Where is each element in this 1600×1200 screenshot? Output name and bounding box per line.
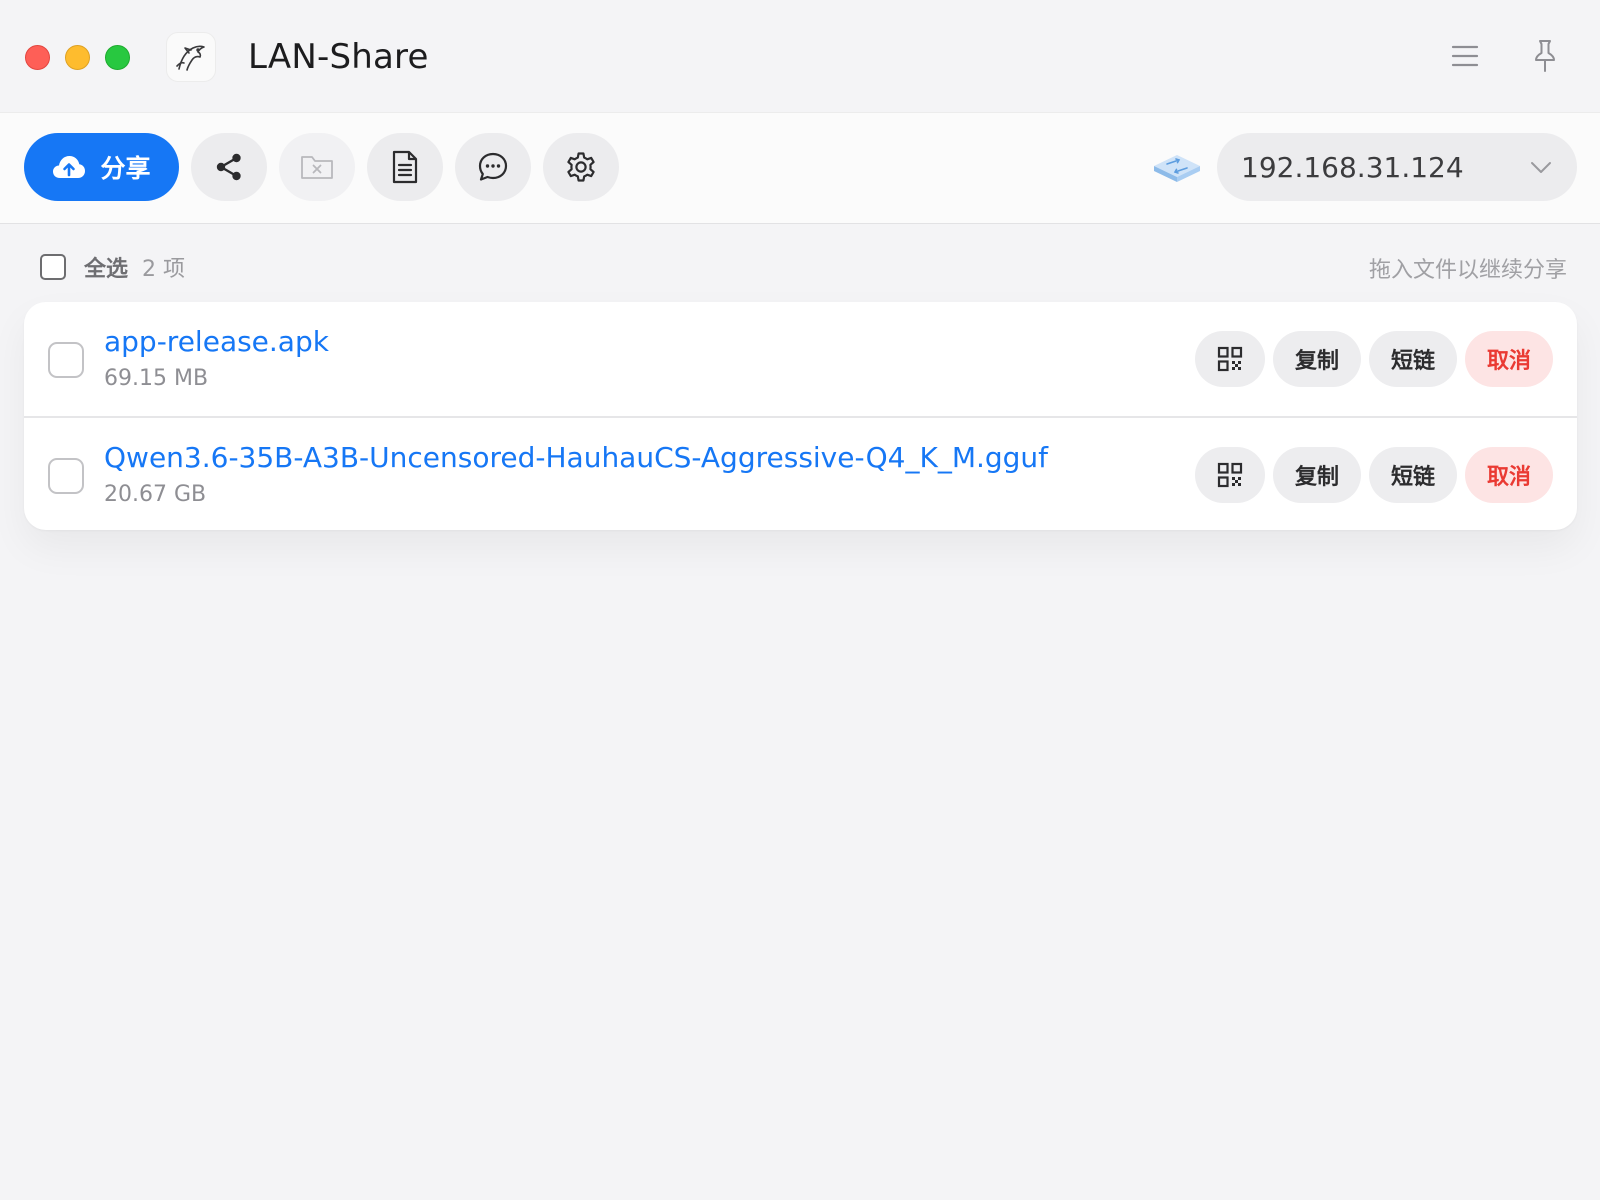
drop-hint: 拖入文件以继续分享 [1368,258,1567,283]
remove-folder-button[interactable] [279,133,355,201]
ip-address-select[interactable]: 192.168.31.124 [1217,133,1577,201]
window-close-button[interactable] [25,45,50,70]
share-button-label: 分享 [100,154,151,183]
file-checkbox[interactable] [48,342,84,378]
app-window: LAN-Share 分享 192.168.31.124 全选 2 项 拖入文件以… [0,0,1600,1200]
pin-icon[interactable] [1525,36,1565,76]
item-count: 2 项 [142,257,186,282]
qr-code-button[interactable] [1195,331,1265,387]
file-list: app-release.apk 69.15 MB 复制 短链 取消 Qwen3.… [24,302,1577,530]
window-minimize-button[interactable] [65,45,90,70]
qr-code-icon [1217,346,1243,372]
ip-address-value: 192.168.31.124 [1241,150,1464,184]
row-actions: 复制 短链 取消 [1195,331,1553,387]
copy-button[interactable]: 复制 [1273,331,1361,387]
file-name[interactable]: Qwen3.6-35B-A3B-Uncensored-HauhauCS-Aggr… [104,440,1048,476]
window-maximize-button[interactable] [105,45,130,70]
folder-remove-icon [301,156,333,179]
file-size: 20.67 GB [104,482,207,507]
title-bar: LAN-Share [0,0,1600,112]
gear-icon [567,152,595,182]
menu-icon[interactable] [1445,36,1485,76]
select-all-row: 全选 2 项 [40,250,185,284]
document-icon [392,150,418,184]
copy-button[interactable]: 复制 [1273,447,1361,503]
file-size: 69.15 MB [104,366,209,391]
settings-button[interactable] [543,133,619,201]
short-link-button[interactable]: 短链 [1369,447,1457,503]
select-all-checkbox[interactable] [40,254,66,280]
network-icon [1154,155,1200,182]
share-button[interactable]: 分享 [24,133,179,201]
share-icon [216,153,241,181]
file-checkbox[interactable] [48,458,84,494]
cancel-share-button[interactable]: 取消 [1465,331,1553,387]
short-link-button[interactable]: 短链 [1369,331,1457,387]
app-title: LAN-Share [248,37,429,77]
message-button[interactable] [455,133,531,201]
row-actions: 复制 短链 取消 [1195,447,1553,503]
file-row: app-release.apk 69.15 MB 复制 短链 取消 [24,302,1577,416]
toolbar: 分享 192.168.31.124 [0,112,1600,224]
file-name[interactable]: app-release.apk [104,324,329,360]
qr-code-icon [1217,462,1243,488]
dolphin-app-icon [166,32,216,82]
chat-icon [478,152,508,181]
cloud-upload-icon [53,156,86,178]
share-link-button[interactable] [191,133,267,201]
qr-code-button[interactable] [1195,447,1265,503]
text-share-button[interactable] [367,133,443,201]
cancel-share-button[interactable]: 取消 [1465,447,1553,503]
chevron-down-icon [1531,162,1551,173]
select-all-label[interactable]: 全选 [84,251,128,283]
file-row: Qwen3.6-35B-A3B-Uncensored-HauhauCS-Aggr… [24,416,1577,530]
